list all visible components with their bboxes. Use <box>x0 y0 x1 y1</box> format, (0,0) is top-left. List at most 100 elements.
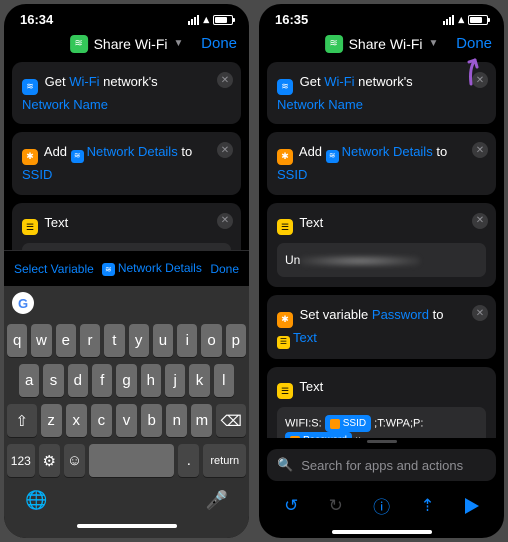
ssid-link[interactable]: SSID <box>22 167 52 182</box>
var-badge-icon: ≋ <box>102 263 115 276</box>
action-text[interactable]: ✕ ☰ Text Un <box>12 203 241 251</box>
text-field[interactable]: Un <box>22 243 231 250</box>
var-badge-icon: ≋ <box>71 150 84 163</box>
status-time: 16:35 <box>275 12 308 27</box>
text-field[interactable]: WIFI:S: SSID ;T:WPA;P: Password ;; <box>277 407 486 438</box>
nav-title[interactable]: ≋ Share Wi-Fi ▼ <box>325 35 439 53</box>
clear-icon[interactable]: ✕ <box>472 142 488 158</box>
clear-icon[interactable]: ✕ <box>472 305 488 321</box>
sheet-handle[interactable] <box>367 440 397 443</box>
network-name-link[interactable]: Network Name <box>22 97 108 112</box>
key-x[interactable]: x <box>66 404 87 437</box>
key-v[interactable]: v <box>116 404 137 437</box>
key-backspace[interactable]: ⌫ <box>216 404 246 437</box>
network-details-chip[interactable]: ≋Network Details <box>102 261 202 276</box>
key-settings[interactable]: ⚙ <box>39 444 60 477</box>
action-get-wifi[interactable]: ✕ ≋ Get Wi-Fi network's Network Name <box>12 62 241 124</box>
key-c[interactable]: c <box>91 404 112 437</box>
keyboard-bottom: 🌐 🎤 <box>7 484 246 511</box>
clear-icon[interactable]: ✕ <box>217 142 233 158</box>
key-p[interactable]: p <box>226 324 246 357</box>
var-badge-icon: ≋ <box>326 150 339 163</box>
home-indicator[interactable] <box>77 524 177 528</box>
key-l[interactable]: l <box>214 364 234 397</box>
text-link[interactable]: Text <box>293 330 317 345</box>
play-button[interactable] <box>465 498 479 514</box>
share-button[interactable]: ⇡ <box>420 496 434 516</box>
network-details-link[interactable]: Network Details <box>87 144 178 159</box>
key-y[interactable]: y <box>129 324 149 357</box>
globe-icon[interactable]: 🌐 <box>25 490 47 511</box>
home-indicator[interactable] <box>332 530 432 534</box>
ssid-token[interactable]: SSID <box>325 415 371 432</box>
password-token[interactable]: Password <box>285 432 352 438</box>
varbar-done-button[interactable]: Done <box>210 262 239 276</box>
variable-action-icon: ✱ <box>22 149 38 165</box>
network-details-link[interactable]: Network Details <box>342 144 433 159</box>
action-set-variable[interactable]: ✕ ✱ Set variable Password to ☰Text <box>267 295 496 358</box>
password-link[interactable]: Password <box>372 307 429 322</box>
search-icon: 🔍 <box>277 457 293 473</box>
label: Get <box>300 74 321 89</box>
wifi-icon: ▴ <box>203 13 209 26</box>
action-add-ssid[interactable]: ✕ ✱ Add ≋Network Details to SSID <box>12 132 241 194</box>
text-value: WIFI:S: <box>285 418 322 430</box>
clear-icon[interactable]: ✕ <box>472 213 488 229</box>
key-q[interactable]: q <box>7 324 27 357</box>
key-j[interactable]: j <box>165 364 185 397</box>
network-name-link[interactable]: Network Name <box>277 97 363 112</box>
key-h[interactable]: h <box>141 364 161 397</box>
clear-icon[interactable]: ✕ <box>472 72 488 88</box>
signal-icon <box>443 15 454 25</box>
key-space[interactable] <box>89 444 174 477</box>
wifi-link[interactable]: Wi-Fi <box>69 74 99 89</box>
nav-bar: ≋ Share Wi-Fi ▼ Done <box>259 29 504 62</box>
text-value: ;T:WPA;P: <box>374 418 423 430</box>
key-shift[interactable]: ⇧ <box>7 404 37 437</box>
action-text-wifi-string[interactable]: ☰ Text WIFI:S: SSID ;T:WPA;P: Password ;… <box>267 367 496 439</box>
info-button[interactable]: ⓘ <box>373 493 390 518</box>
label: to <box>181 144 192 159</box>
action-get-wifi[interactable]: ✕ ≋ Get Wi-Fi network's Network Name <box>267 62 496 124</box>
key-r[interactable]: r <box>80 324 100 357</box>
key-emoji[interactable]: ☺ <box>64 444 85 477</box>
key-period[interactable]: . <box>178 444 199 477</box>
key-b[interactable]: b <box>141 404 162 437</box>
var-badge-icon <box>330 419 340 429</box>
clear-icon[interactable]: ✕ <box>217 72 233 88</box>
google-icon[interactable]: G <box>12 292 34 314</box>
key-f[interactable]: f <box>92 364 112 397</box>
key-u[interactable]: u <box>153 324 173 357</box>
nav-title[interactable]: ≋ Share Wi-Fi ▼ <box>70 35 184 53</box>
key-n[interactable]: n <box>166 404 187 437</box>
chevron-down-icon: ▼ <box>429 38 439 49</box>
text-field[interactable]: Un <box>277 243 486 277</box>
action-text[interactable]: ✕ ☰ Text Un <box>267 203 496 288</box>
key-e[interactable]: e <box>56 324 76 357</box>
done-button[interactable]: Done <box>456 35 492 52</box>
key-t[interactable]: t <box>104 324 124 357</box>
action-add-ssid[interactable]: ✕ ✱ Add ≋Network Details to SSID <box>267 132 496 194</box>
key-k[interactable]: k <box>189 364 209 397</box>
wifi-link[interactable]: Wi-Fi <box>324 74 354 89</box>
key-i[interactable]: i <box>177 324 197 357</box>
done-button[interactable]: Done <box>201 35 237 52</box>
key-d[interactable]: d <box>68 364 88 397</box>
key-z[interactable]: z <box>41 404 62 437</box>
search-input[interactable]: 🔍 Search for apps and actions <box>267 449 496 481</box>
key-m[interactable]: m <box>191 404 212 437</box>
key-123[interactable]: 123 <box>7 444 35 477</box>
key-return[interactable]: return <box>203 444 246 477</box>
key-w[interactable]: w <box>31 324 51 357</box>
variable-action-icon: ✱ <box>277 149 293 165</box>
key-o[interactable]: o <box>201 324 221 357</box>
key-a[interactable]: a <box>19 364 39 397</box>
redo-button[interactable]: ↻ <box>329 496 343 516</box>
clear-icon[interactable]: ✕ <box>217 213 233 229</box>
undo-button[interactable]: ↺ <box>284 496 298 516</box>
mic-icon[interactable]: 🎤 <box>206 490 228 511</box>
key-s[interactable]: s <box>43 364 63 397</box>
ssid-link[interactable]: SSID <box>277 167 307 182</box>
key-g[interactable]: g <box>116 364 136 397</box>
select-variable-button[interactable]: Select Variable <box>14 262 94 276</box>
